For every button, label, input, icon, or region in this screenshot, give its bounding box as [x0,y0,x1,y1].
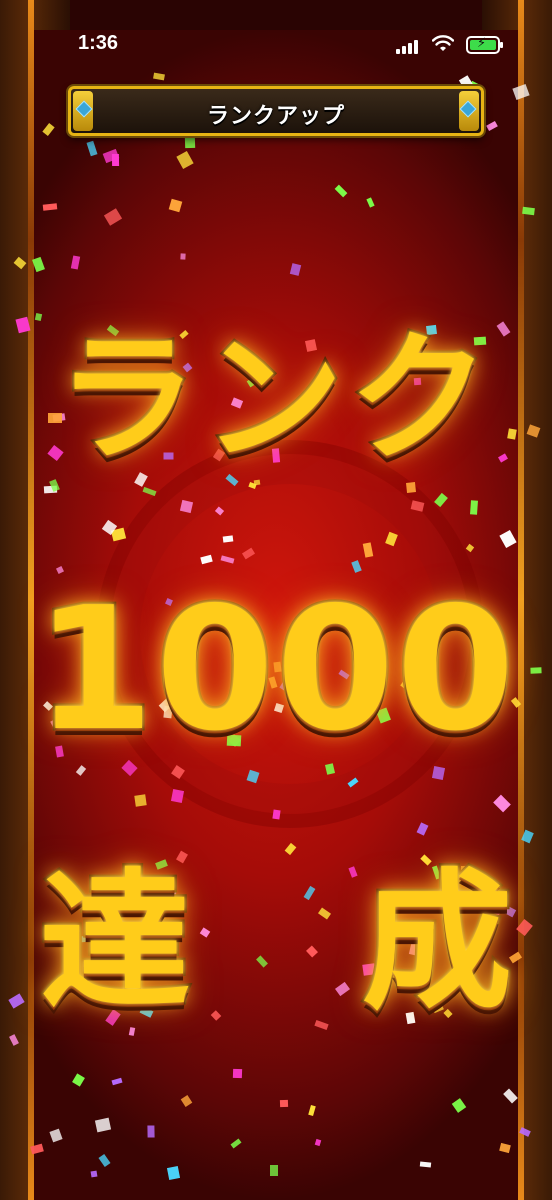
status-time: 1:36 [78,32,119,54]
confetti-piece [180,253,186,260]
achieved-char-1: 達 [37,856,192,1030]
page-title: ランクアップ [206,104,345,129]
rank-up-screen[interactable]: 1:36 ⚡ ランクアップ ランク 1000 達 成 [0,0,552,1200]
confetti-piece [170,789,185,803]
confetti-piece [406,482,416,493]
wifi-icon [432,35,454,51]
confetti-piece [470,500,478,515]
achieved-char-2: 成 [359,856,514,1030]
rank-number: 1000 [33,571,517,769]
confetti-piece [279,1099,289,1108]
confetti-piece [166,1166,181,1180]
confetti-piece [522,206,535,216]
battery-charging-icon: ⚡ [466,36,503,54]
signal-icon [396,38,422,54]
confetti-piece [272,809,281,820]
status-bar: 1:36 ⚡ [0,0,552,60]
confetti-piece [530,667,542,674]
confetti-piece [111,153,120,167]
confetti-piece [232,1068,243,1079]
title-banner: ランクアップ [68,86,484,136]
rank-label: ランク [54,318,495,481]
confetti-piece [270,1165,278,1176]
confetti-piece [184,135,196,149]
confetti-piece [419,1161,432,1168]
confetti-piece [222,535,234,543]
confetti-piece [134,794,147,807]
confetti-piece [90,1170,98,1178]
confetti-piece [147,1125,155,1138]
